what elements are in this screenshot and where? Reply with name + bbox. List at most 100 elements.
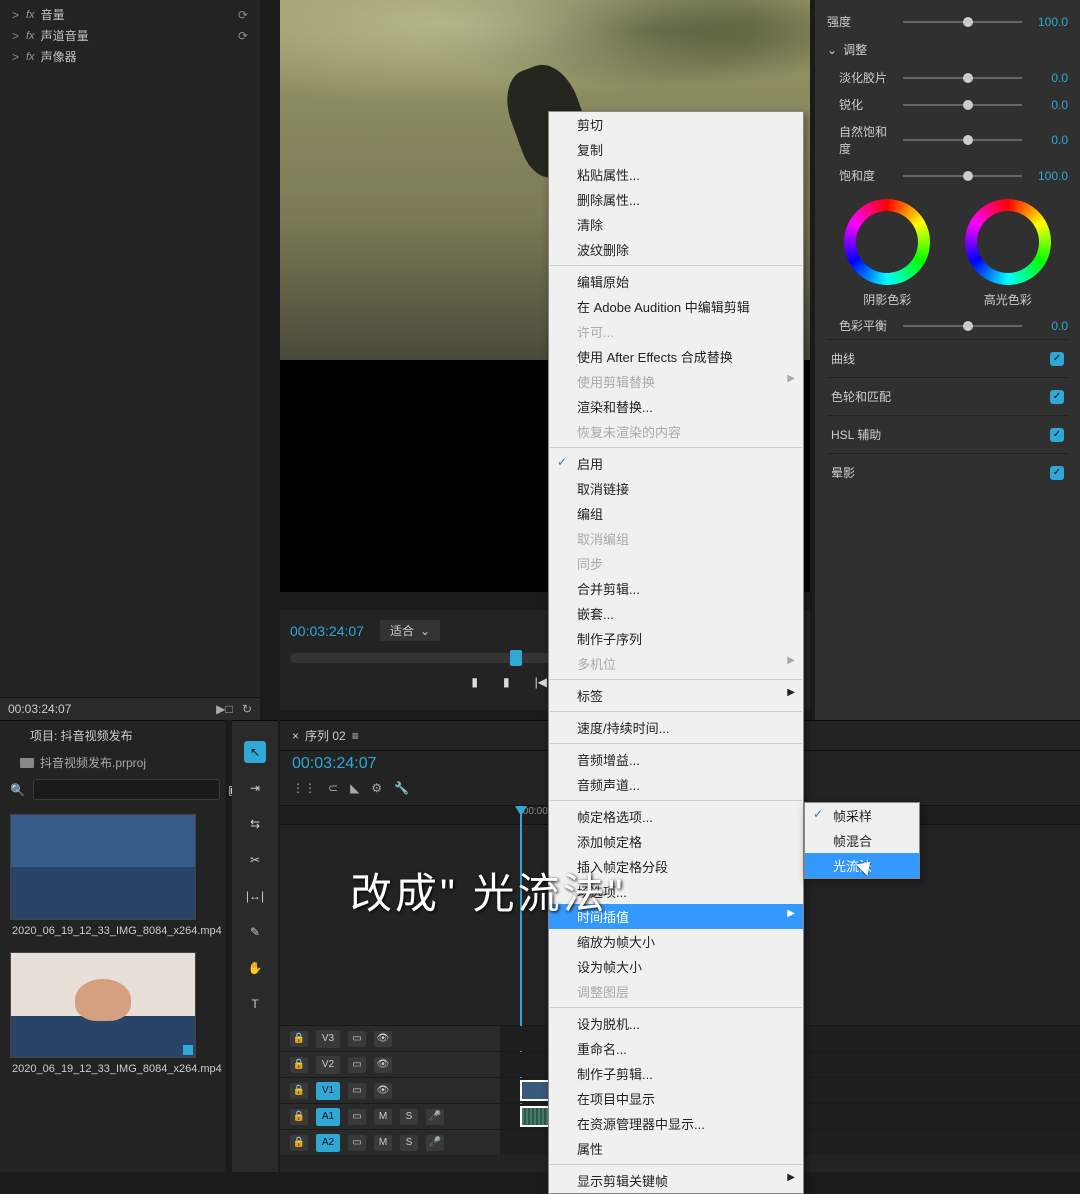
mark-out-icon[interactable]: ▮ <box>503 675 510 689</box>
intensity-slider[interactable] <box>903 21 1022 23</box>
razor-tool-icon[interactable]: ✂ <box>244 849 266 871</box>
slip-tool-icon[interactable]: |↔| <box>244 885 266 907</box>
menu-item[interactable]: 插入帧定格分段 <box>549 854 803 879</box>
shadow-color-wheel[interactable]: 阴影色彩 <box>844 199 930 308</box>
menu-item[interactable]: 嵌套... <box>549 601 803 626</box>
settings-icon[interactable]: ⚙ <box>371 781 382 795</box>
lock-icon[interactable]: 🔒 <box>290 1135 308 1151</box>
toggle-output-icon[interactable]: ▭ <box>348 1057 366 1073</box>
eye-icon[interactable]: 👁 <box>374 1057 392 1073</box>
twirl-icon[interactable]: > <box>12 8 22 22</box>
tab-menu-icon[interactable]: ≡ <box>352 729 359 743</box>
loop-icon[interactable]: ↻ <box>242 702 252 716</box>
toggle-output-icon[interactable]: ▭ <box>348 1109 366 1125</box>
menu-item[interactable]: 速度/持续时间... <box>549 715 803 740</box>
type-tool-icon[interactable]: T <box>244 993 266 1015</box>
menu-item[interactable]: 波纹删除 <box>549 237 803 262</box>
section-checkbox[interactable]: ✓ <box>1050 352 1064 366</box>
toggle-output-icon[interactable]: ▭ <box>348 1031 366 1047</box>
linked-selection-icon[interactable]: ⊂ <box>328 781 338 795</box>
ripple-edit-tool-icon[interactable]: ⇆ <box>244 813 266 835</box>
menu-item[interactable]: 场选项... <box>549 879 803 904</box>
menu-item[interactable]: 帧混合 <box>805 828 919 853</box>
search-icon[interactable]: 🔍 <box>10 783 25 797</box>
section-checkbox[interactable]: ✓ <box>1050 390 1064 404</box>
lock-icon[interactable]: 🔒 <box>290 1057 308 1073</box>
pen-tool-icon[interactable]: ✎ <box>244 921 266 943</box>
menu-item[interactable]: 时间插值▶ <box>549 904 803 929</box>
lock-icon[interactable]: 🔒 <box>290 1109 308 1125</box>
menu-item[interactable]: 帧定格选项... <box>549 804 803 829</box>
intensity-value[interactable]: 100.0 <box>1030 15 1068 29</box>
section-hsl[interactable]: HSL 辅助✓ <box>827 415 1068 453</box>
fx-item-channel-volume[interactable]: > fx 声道音量 ⟳ <box>0 25 260 46</box>
track-select-tool-icon[interactable]: ⇥ <box>244 777 266 799</box>
track-label[interactable]: V1 <box>316 1082 340 1100</box>
menu-item[interactable]: 剪切 <box>549 112 803 137</box>
track-label[interactable]: V2 <box>316 1056 340 1074</box>
balance-value[interactable]: 0.0 <box>1030 319 1068 333</box>
fx-item-panner[interactable]: > fx 声像器 <box>0 46 260 67</box>
balance-slider[interactable] <box>903 325 1022 327</box>
project-item[interactable]: 2020_06_19_12_33_IMG_8084_x264.mp4 <box>10 952 196 1080</box>
menu-item[interactable]: 重命名... <box>549 1036 803 1061</box>
menu-item[interactable]: 删除属性... <box>549 187 803 212</box>
monitor-timecode[interactable]: 00:03:24:07 <box>290 623 364 639</box>
menu-item[interactable]: 合并剪辑... <box>549 576 803 601</box>
slider[interactable] <box>903 139 1022 141</box>
menu-item[interactable]: 标签▶ <box>549 683 803 708</box>
menu-item[interactable]: 编辑原始 <box>549 269 803 294</box>
menu-item[interactable]: 在项目中显示 <box>549 1086 803 1111</box>
lock-icon[interactable]: 🔒 <box>290 1031 308 1047</box>
hand-tool-icon[interactable]: ✋ <box>244 957 266 979</box>
solo-button[interactable]: S <box>400 1109 418 1125</box>
close-icon[interactable]: × <box>292 729 299 743</box>
mute-button[interactable]: M <box>374 1109 392 1125</box>
section-checkbox[interactable]: ✓ <box>1050 428 1064 442</box>
twirl-icon[interactable]: > <box>12 50 22 64</box>
menu-item[interactable]: 缩放为帧大小 <box>549 929 803 954</box>
menu-item[interactable]: 设为帧大小 <box>549 954 803 979</box>
eye-icon[interactable]: 👁 <box>374 1083 392 1099</box>
snap-icon[interactable]: ⋮⋮ <box>292 781 316 795</box>
go-to-in-icon[interactable]: |◀ <box>535 675 547 689</box>
menu-item[interactable]: 添加帧定格 <box>549 829 803 854</box>
menu-item[interactable]: 制作子剪辑... <box>549 1061 803 1086</box>
track-label[interactable]: V3 <box>316 1030 340 1048</box>
toggle-output-icon[interactable]: ▭ <box>348 1135 366 1151</box>
slider[interactable] <box>903 104 1022 106</box>
reset-icon[interactable]: ⟳ <box>238 8 248 22</box>
solo-button[interactable]: S <box>400 1135 418 1151</box>
eye-icon[interactable]: 👁 <box>374 1031 392 1047</box>
wrench-icon[interactable]: 🔧 <box>394 781 409 795</box>
menu-item[interactable]: 渲染和替换... <box>549 394 803 419</box>
timeline-timecode[interactable]: 00:03:24:07 <box>292 755 377 773</box>
section-curves[interactable]: 曲线✓ <box>827 339 1068 377</box>
mark-in-icon[interactable]: ▮ <box>471 675 478 689</box>
selection-tool-icon[interactable]: ↖ <box>244 741 266 763</box>
menu-item[interactable]: 使用 After Effects 合成替换 <box>549 344 803 369</box>
project-item[interactable]: 2020_06_19_12_33_IMG_8084_x264.mp4 <box>10 814 196 942</box>
menu-item[interactable]: 制作子序列 <box>549 626 803 651</box>
sequence-tab[interactable]: × 序列 02 ≡ <box>292 727 359 744</box>
menu-item[interactable]: 帧采样✓ <box>805 803 919 828</box>
menu-item[interactable]: 属性 <box>549 1136 803 1161</box>
zoom-fit-dropdown[interactable]: 适合 ⌄ <box>380 620 440 641</box>
twirl-icon[interactable]: > <box>12 29 22 43</box>
play-icon[interactable]: ▶□ <box>216 702 232 716</box>
section-color-wheels[interactable]: 色轮和匹配✓ <box>827 377 1068 415</box>
section-checkbox[interactable]: ✓ <box>1050 466 1064 480</box>
slider-value[interactable]: 100.0 <box>1030 169 1068 183</box>
menu-item[interactable]: 音频增益... <box>549 747 803 772</box>
menu-item[interactable]: 在资源管理器中显示... <box>549 1111 803 1136</box>
menu-item[interactable]: 粘贴属性... <box>549 162 803 187</box>
slider-value[interactable]: 0.0 <box>1030 71 1068 85</box>
lock-icon[interactable]: 🔒 <box>290 1083 308 1099</box>
adjust-section-header[interactable]: ⌄ 调整 <box>827 35 1068 64</box>
voice-icon[interactable]: 🎤 <box>426 1135 444 1151</box>
marker-icon[interactable]: ◣ <box>350 781 359 795</box>
mute-button[interactable]: M <box>374 1135 392 1151</box>
menu-item[interactable]: 在 Adobe Audition 中编辑剪辑 <box>549 294 803 319</box>
menu-item[interactable]: 设为脱机... <box>549 1011 803 1036</box>
section-vignette[interactable]: 晕影✓ <box>827 453 1068 491</box>
